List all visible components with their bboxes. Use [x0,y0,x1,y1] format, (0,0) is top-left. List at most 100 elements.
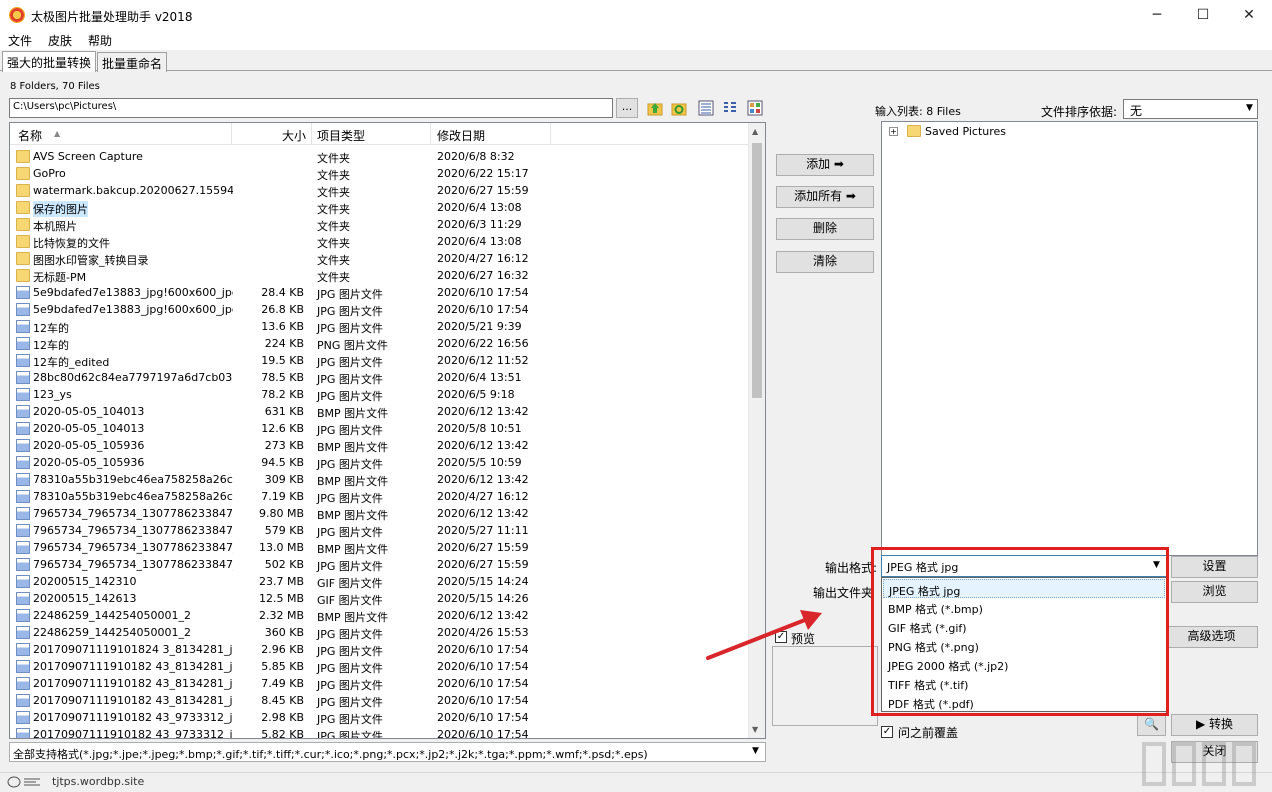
advanced-options-button[interactable]: 高级选项 [1165,626,1258,648]
file-type: JPG 图片文件 [317,730,383,739]
maximize-button[interactable]: ☐ [1180,0,1226,30]
tree-item-saved-pictures[interactable]: Saved Pictures [925,125,1006,138]
scrollbar-thumb[interactable] [752,143,762,398]
file-type: JPG 图片文件 [317,696,383,709]
file-date: 2020/6/5 9:18 [437,388,515,401]
file-type: 文件夹 [317,152,350,165]
file-type: JPG 图片文件 [317,305,383,318]
settings-button[interactable]: 设置 [1171,556,1258,578]
column-type-header[interactable]: 项目类型 [317,127,365,144]
file-row[interactable]: watermark.bakcup.20200627.155943 文件夹 2020/… [10,182,750,199]
file-row[interactable]: 图图水印管家_转换目录 文件夹 2020/4/27 16:12 [10,250,750,267]
file-name: 20170907111910182 43_9733312_jpg_2 [33,728,233,739]
file-type-filter[interactable]: 全部支持格式(*.jpg;*.jpe;*.jpeg;*.bmp;*.gif;*.… [9,742,766,762]
file-row[interactable]: 7965734_7965734_1307786233847_... 13.0 MB… [10,539,750,556]
file-row[interactable]: 2020-05-05_105936 273 KB BMP 图片文件 2020/6/12… [10,437,750,454]
column-size-header[interactable]: 大小 [282,127,306,144]
file-row[interactable]: 12车的 13.6 KB JPG 图片文件 2020/5/21 9:39 [10,318,750,335]
file-row[interactable]: 20170907111910182 43_8134281_jpg_4 8.45 K… [10,692,750,709]
tab-batch-rename[interactable]: 批量重命名 [97,52,168,72]
scroll-down-icon[interactable]: ▼ [752,725,758,734]
file-row[interactable]: 2020-05-05_104013 12.6 KB JPG 图片文件 2020/5/8… [10,420,750,437]
file-row[interactable]: 7965734_7965734_1307786233847 579 KB JPG 图… [10,522,750,539]
file-row[interactable]: 22486259_144254050001_2 2.32 MB BMP 图片文件 20… [10,607,750,624]
file-row[interactable]: 保存的图片 文件夹 2020/6/4 13:08 [10,199,750,217]
file-row[interactable]: 12车的 224 KB PNG 图片文件 2020/6/22 16:56 [10,335,750,352]
file-row[interactable]: 5e9bdafed7e13883_jpg!600x600_jpg_4 26.8 K… [10,301,750,318]
file-row[interactable]: 20170907111910182 43_8134281_jpg_2 5.85 K… [10,658,750,675]
menu-skin[interactable]: 皮肤 [40,30,80,50]
file-row[interactable]: 201709071119101824 3_8134281_jpg_1 2.96 K… [10,641,750,658]
tab-batch-convert[interactable]: 强大的批量转换 [2,51,97,72]
file-type: JPG 图片文件 [317,679,383,692]
file-date: 2020/6/27 15:59 [437,184,529,197]
menu-bar: 文件 皮肤 帮助 [0,30,1272,50]
file-row[interactable]: 78310a55b319ebc46ea758258a26cff... 309 KB… [10,471,750,488]
image-file-icon [16,609,30,622]
file-row[interactable]: 20170907111910182 43_9733312_jpg_1 2.98 K… [10,709,750,726]
column-name-header[interactable]: 名称 [18,127,42,144]
file-size: 309 KB [264,473,304,486]
close-window-button[interactable]: ✕ [1226,0,1272,30]
file-date: 2020/6/22 16:56 [437,337,529,350]
file-date: 2020/6/8 8:32 [437,150,515,163]
file-type: JPG 图片文件 [317,713,383,726]
file-type: JPG 图片文件 [317,492,383,505]
add-all-button[interactable]: 添加所有 ➡ [776,186,874,208]
file-row[interactable]: AVS Screen Capture 文件夹 2020/6/8 8:32 [10,148,750,165]
file-date: 2020/6/12 13:42 [437,405,529,418]
column-date-header[interactable]: 修改日期 [437,127,485,144]
file-row[interactable]: 20170907111910182 43_9733312_jpg_2 5.82 K… [10,726,750,739]
file-date: 2020/6/27 16:32 [437,269,529,282]
file-row[interactable]: GoPro 文件夹 2020/6/22 15:17 [10,165,750,182]
path-input[interactable]: C:\Users\pc\Pictures\ [9,98,613,118]
input-tree[interactable] [881,121,1258,556]
file-name: 20200515_142613 [33,592,137,605]
file-row[interactable]: 7965734_7965734_1307786233847_... 502 KB J… [10,556,750,573]
file-row[interactable]: 7965734_7965734_1307786233847 9.80 MB BMP … [10,505,750,522]
browse-path-button[interactable]: ... [616,98,638,118]
delete-button[interactable]: 删除 [776,218,874,240]
file-row[interactable]: 12车的_edited 19.5 KB JPG 图片文件 2020/6/12 11:5… [10,352,750,369]
details-view-icon[interactable] [698,100,714,116]
zoom-preview-button[interactable]: 🔍 [1137,714,1166,736]
convert-button[interactable]: ▶ 转换 [1171,714,1258,736]
file-row[interactable]: 2020-05-05_105936 94.5 KB JPG 图片文件 2020/5/5… [10,454,750,471]
chevron-down-icon[interactable]: ▼ [1246,103,1253,113]
folder-icon [16,235,30,248]
file-row[interactable]: 22486259_144254050001_2 360 KB JPG 图片文件 202… [10,624,750,641]
file-row[interactable]: 78310a55b319ebc46ea758258a26cff... 7.19 K… [10,488,750,505]
file-row[interactable]: 无标题-PM 文件夹 2020/6/27 16:32 [10,267,750,284]
list-view-icon[interactable] [722,100,738,116]
file-row[interactable]: 本机照片 文件夹 2020/6/3 11:29 [10,216,750,233]
menu-help[interactable]: 帮助 [80,30,120,50]
file-row[interactable]: 5e9bdafed7e13883_jpg!600x600_jpg_3 28.4 K… [10,284,750,301]
sort-by-select[interactable]: 无 [1123,99,1258,119]
file-list[interactable]: 名称 ▲ 大小 项目类型 修改日期 AVS Screen Capture 文件夹 2… [9,122,766,739]
scroll-up-icon[interactable]: ▲ [752,127,758,136]
file-row[interactable]: 2020-05-05_104013 631 KB BMP 图片文件 2020/6/12… [10,403,750,420]
file-row[interactable]: 20200515_142310 23.7 MB GIF 图片文件 2020/5/15 … [10,573,750,590]
folder-icon [16,150,30,163]
file-row[interactable]: 比特恢复的文件 文件夹 2020/6/4 13:08 [10,233,750,250]
tree-expand-icon[interactable]: + [889,127,898,136]
file-date: 2020/5/15 14:26 [437,592,529,605]
file-row[interactable]: 28bc80d62c84ea7797197a6d7cb03394 78.5 KB J… [10,369,750,386]
minimize-button[interactable]: ─ [1134,0,1180,30]
file-row[interactable]: 123_ys 78.2 KB JPG 图片文件 2020/6/5 9:18 [10,386,750,403]
file-type: BMP 图片文件 [317,543,389,556]
clear-button[interactable]: 清除 [776,251,874,273]
chevron-down-icon[interactable]: ▼ [752,746,759,756]
file-row[interactable]: 20200515_142613 12.5 MB GIF 图片文件 2020/5/15 … [10,590,750,607]
file-row[interactable]: 20170907111910182 43_8134281_jpg_3 7.49 K… [10,675,750,692]
thumbnail-view-icon[interactable] [747,100,763,116]
watermark-logo-icon [1142,742,1256,786]
refresh-icon[interactable] [671,100,687,116]
browse-button[interactable]: 浏览 [1171,581,1258,603]
up-folder-icon[interactable] [647,100,663,116]
file-date: 2020/4/27 16:12 [437,252,529,265]
menu-file[interactable]: 文件 [0,30,40,50]
file-size: 78.5 KB [261,371,304,384]
overwrite-checkbox[interactable]: ✓ [881,726,893,738]
add-button[interactable]: 添加 ➡ [776,154,874,176]
